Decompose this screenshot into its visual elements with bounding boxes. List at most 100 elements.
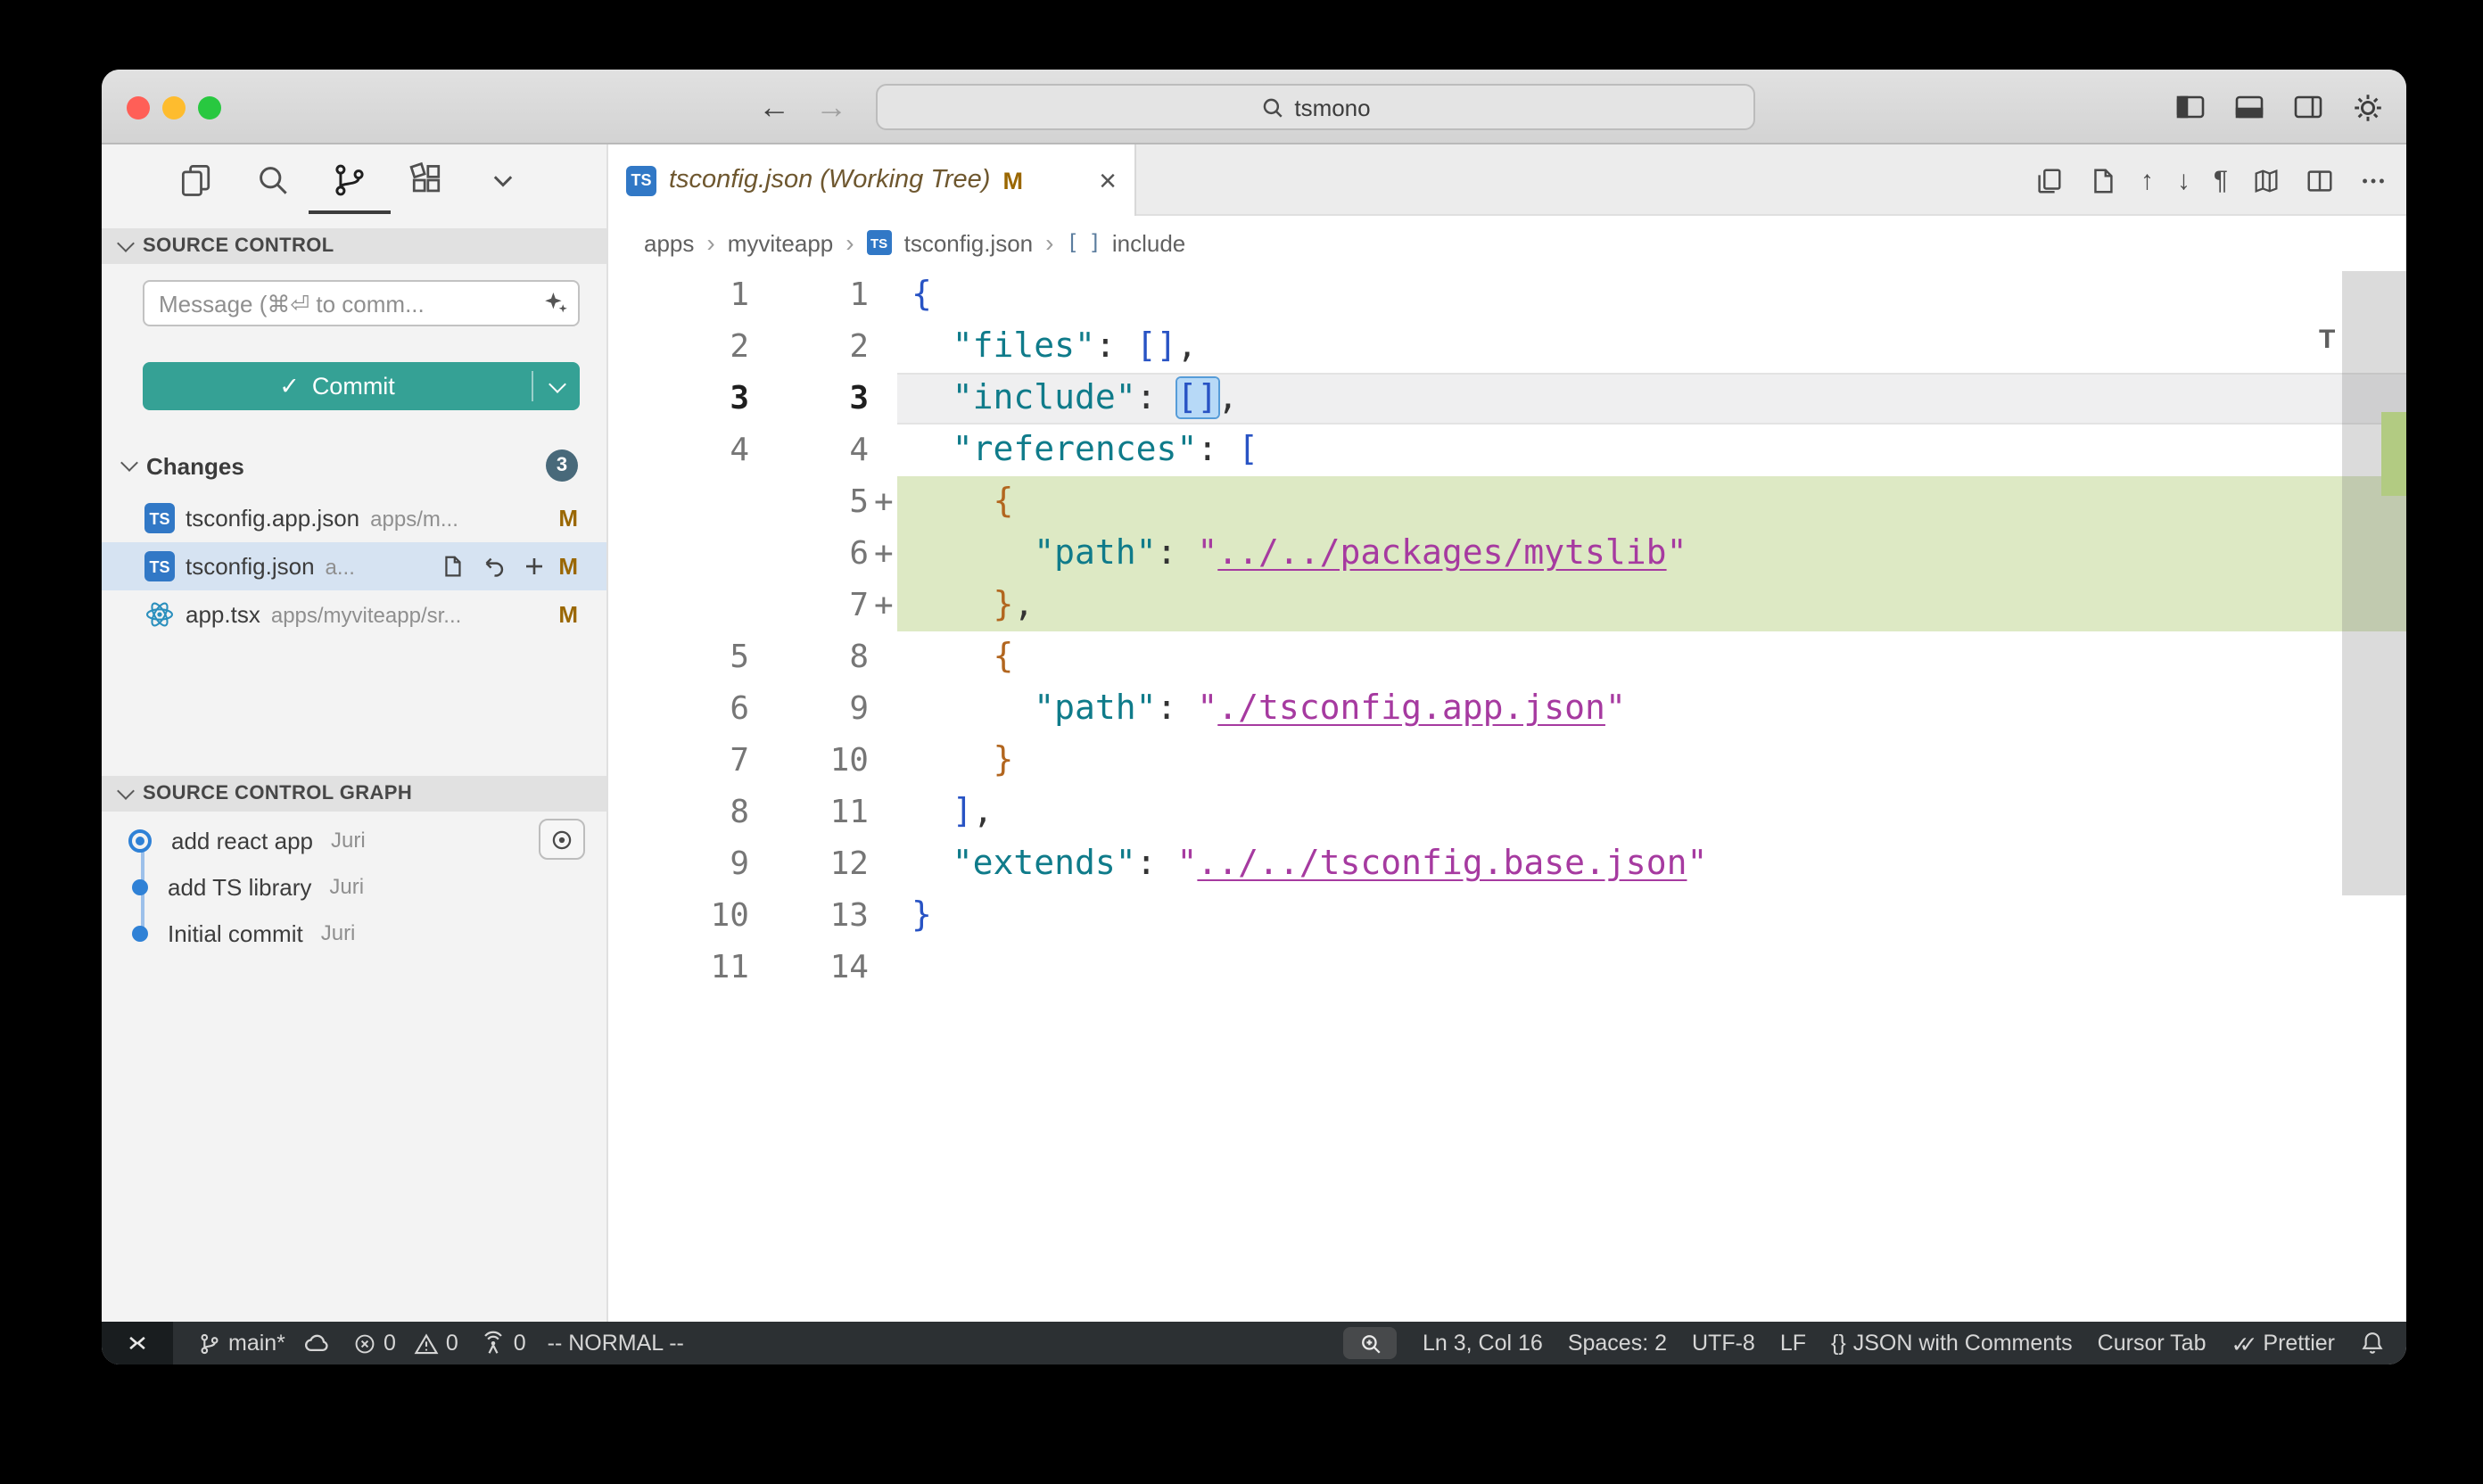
code-line[interactable]: "extends": "../../tsconfig.base.json" xyxy=(897,838,2406,890)
encoding-item[interactable]: UTF-8 xyxy=(1692,1331,1755,1356)
old-line-number[interactable]: 1 xyxy=(608,269,749,321)
breadcrumb-item[interactable]: myviteapp xyxy=(728,229,834,256)
file-path-link[interactable]: ../../packages/mytslib xyxy=(1217,533,1666,573)
code-line[interactable]: "path": "../../packages/mytslib" xyxy=(897,528,2406,580)
file-path-link[interactable]: ../../tsconfig.base.json xyxy=(1197,844,1687,883)
diff-row[interactable]: 33 "include": [], xyxy=(608,373,2406,425)
commit-dropdown-button[interactable] xyxy=(533,383,580,390)
old-line-number[interactable]: 7 xyxy=(608,735,749,787)
open-changes-icon[interactable] xyxy=(2033,165,2064,195)
chevron-down-icon[interactable] xyxy=(483,161,523,200)
open-file-icon[interactable] xyxy=(439,553,466,580)
code-line[interactable]: "include": [], xyxy=(897,373,2406,425)
old-line-number[interactable]: 10 xyxy=(608,890,749,942)
old-line-number[interactable] xyxy=(608,580,749,631)
formatter-item[interactable]: ✓✓ Prettier xyxy=(2231,1330,2336,1356)
pilcrow-icon[interactable]: ¶ xyxy=(2214,165,2228,195)
bell-icon[interactable] xyxy=(2360,1331,2385,1356)
new-line-number[interactable]: 14 xyxy=(749,942,869,993)
file-row-selected[interactable]: TS tsconfig.json a... M xyxy=(102,542,606,590)
ports-status-item[interactable]: 0 xyxy=(480,1331,526,1356)
go-to-file-icon[interactable] xyxy=(2087,165,2117,195)
code-line[interactable]: } xyxy=(897,890,2406,942)
diff-row[interactable]: 710 } xyxy=(608,735,2406,787)
split-editor-icon[interactable] xyxy=(2305,165,2335,195)
diff-row[interactable]: 5+ { xyxy=(608,476,2406,528)
diff-row[interactable]: 912 "extends": "../../tsconfig.base.json… xyxy=(608,838,2406,890)
file-row[interactable]: TS tsconfig.app.json apps/m... M xyxy=(102,494,606,542)
diff-row[interactable]: 58 { xyxy=(608,631,2406,683)
next-change-icon[interactable]: ↓ xyxy=(2177,165,2190,195)
remote-indicator[interactable] xyxy=(102,1322,173,1364)
new-line-number[interactable]: 2 xyxy=(749,321,869,373)
discard-changes-icon[interactable] xyxy=(480,553,507,580)
commit-row[interactable]: add TS library Juri xyxy=(102,863,606,910)
close-tab-icon[interactable]: × xyxy=(1099,165,1117,195)
new-line-number[interactable]: 1 xyxy=(749,269,869,321)
new-line-number[interactable]: 11 xyxy=(749,787,869,838)
source-control-icon[interactable] xyxy=(330,161,369,200)
eol-item[interactable]: LF xyxy=(1780,1331,1806,1356)
map-icon[interactable] xyxy=(2251,165,2281,195)
diff-row[interactable]: 7+ }, xyxy=(608,580,2406,631)
branch-status-item[interactable]: main* xyxy=(198,1331,332,1356)
layout-sidebar-left-icon[interactable] xyxy=(2174,91,2207,123)
code-line[interactable]: { xyxy=(897,631,2406,683)
forward-button[interactable]: → xyxy=(808,84,854,130)
code-line[interactable] xyxy=(897,942,2406,993)
old-line-number[interactable]: 5 xyxy=(608,631,749,683)
code-line[interactable]: "files": [], xyxy=(897,321,2406,373)
commit-message-input[interactable] xyxy=(143,280,580,326)
language-mode-item[interactable]: {} JSON with Comments xyxy=(1831,1331,2073,1356)
commit-row[interactable]: add react app Juri xyxy=(102,817,606,863)
code-line[interactable]: { xyxy=(897,269,2406,321)
goto-commit-target-icon[interactable] xyxy=(539,819,585,860)
tab-tsconfig-working-tree[interactable]: TS tsconfig.json (Working Tree) M × xyxy=(608,144,1136,216)
problems-status-item[interactable]: 0 0 xyxy=(353,1331,458,1356)
new-line-number[interactable]: 5 xyxy=(749,476,869,528)
diff-row[interactable]: 1013} xyxy=(608,890,2406,942)
old-line-number[interactable]: 4 xyxy=(608,425,749,476)
new-line-number[interactable]: 3 xyxy=(749,373,869,425)
diff-row[interactable]: 811 ], xyxy=(608,787,2406,838)
more-actions-icon[interactable] xyxy=(2358,165,2388,195)
source-control-section-header[interactable]: SOURCE CONTROL xyxy=(102,228,606,264)
old-line-number[interactable] xyxy=(608,528,749,580)
code-line[interactable]: } xyxy=(897,735,2406,787)
commit-button[interactable]: ✓ Commit xyxy=(143,362,580,410)
diff-row[interactable]: 69 "path": "./tsconfig.app.json" xyxy=(608,683,2406,735)
file-path-link[interactable]: ./tsconfig.app.json xyxy=(1217,688,1605,728)
new-line-number[interactable]: 8 xyxy=(749,631,869,683)
old-line-number[interactable]: 8 xyxy=(608,787,749,838)
breadcrumb-item[interactable]: apps xyxy=(644,229,694,256)
minimize-window-button[interactable] xyxy=(162,96,186,120)
diff-row[interactable]: 11 { xyxy=(608,269,2406,321)
old-line-number[interactable]: 9 xyxy=(608,838,749,890)
code-line[interactable]: { xyxy=(897,476,2406,528)
diff-row[interactable]: 6+ "path": "../../packages/mytslib" xyxy=(608,528,2406,580)
cursor-position-item[interactable]: Ln 3, Col 16 xyxy=(1423,1331,1543,1356)
changes-section-header[interactable]: Changes 3 xyxy=(102,444,606,487)
previous-change-icon[interactable]: ↑ xyxy=(2141,165,2154,195)
search-icon[interactable] xyxy=(253,161,293,200)
back-button[interactable]: ← xyxy=(751,84,797,130)
extensions-icon[interactable] xyxy=(407,161,446,200)
sparkle-icon[interactable] xyxy=(542,289,569,316)
cursor-tab-item[interactable]: Cursor Tab xyxy=(2098,1331,2207,1356)
new-line-number[interactable]: 4 xyxy=(749,425,869,476)
layout-sidebar-right-icon[interactable] xyxy=(2292,91,2324,123)
new-line-number[interactable]: 9 xyxy=(749,683,869,735)
old-line-number[interactable]: 11 xyxy=(608,942,749,993)
diff-row[interactable]: 22 "files": [], xyxy=(608,321,2406,373)
new-line-number[interactable]: 13 xyxy=(749,890,869,942)
editor-scrollbar[interactable] xyxy=(2342,271,2406,895)
source-control-graph-header[interactable]: SOURCE CONTROL GRAPH xyxy=(102,776,606,812)
new-line-number[interactable]: 12 xyxy=(749,838,869,890)
new-line-number[interactable]: 7 xyxy=(749,580,869,631)
stage-plus-icon[interactable] xyxy=(521,553,548,580)
new-line-number[interactable]: 10 xyxy=(749,735,869,787)
diff-row[interactable]: 1114 xyxy=(608,942,2406,993)
breadcrumb-item[interactable]: include xyxy=(1112,229,1185,256)
layout-panel-icon[interactable] xyxy=(2233,91,2265,123)
old-line-number[interactable] xyxy=(608,476,749,528)
